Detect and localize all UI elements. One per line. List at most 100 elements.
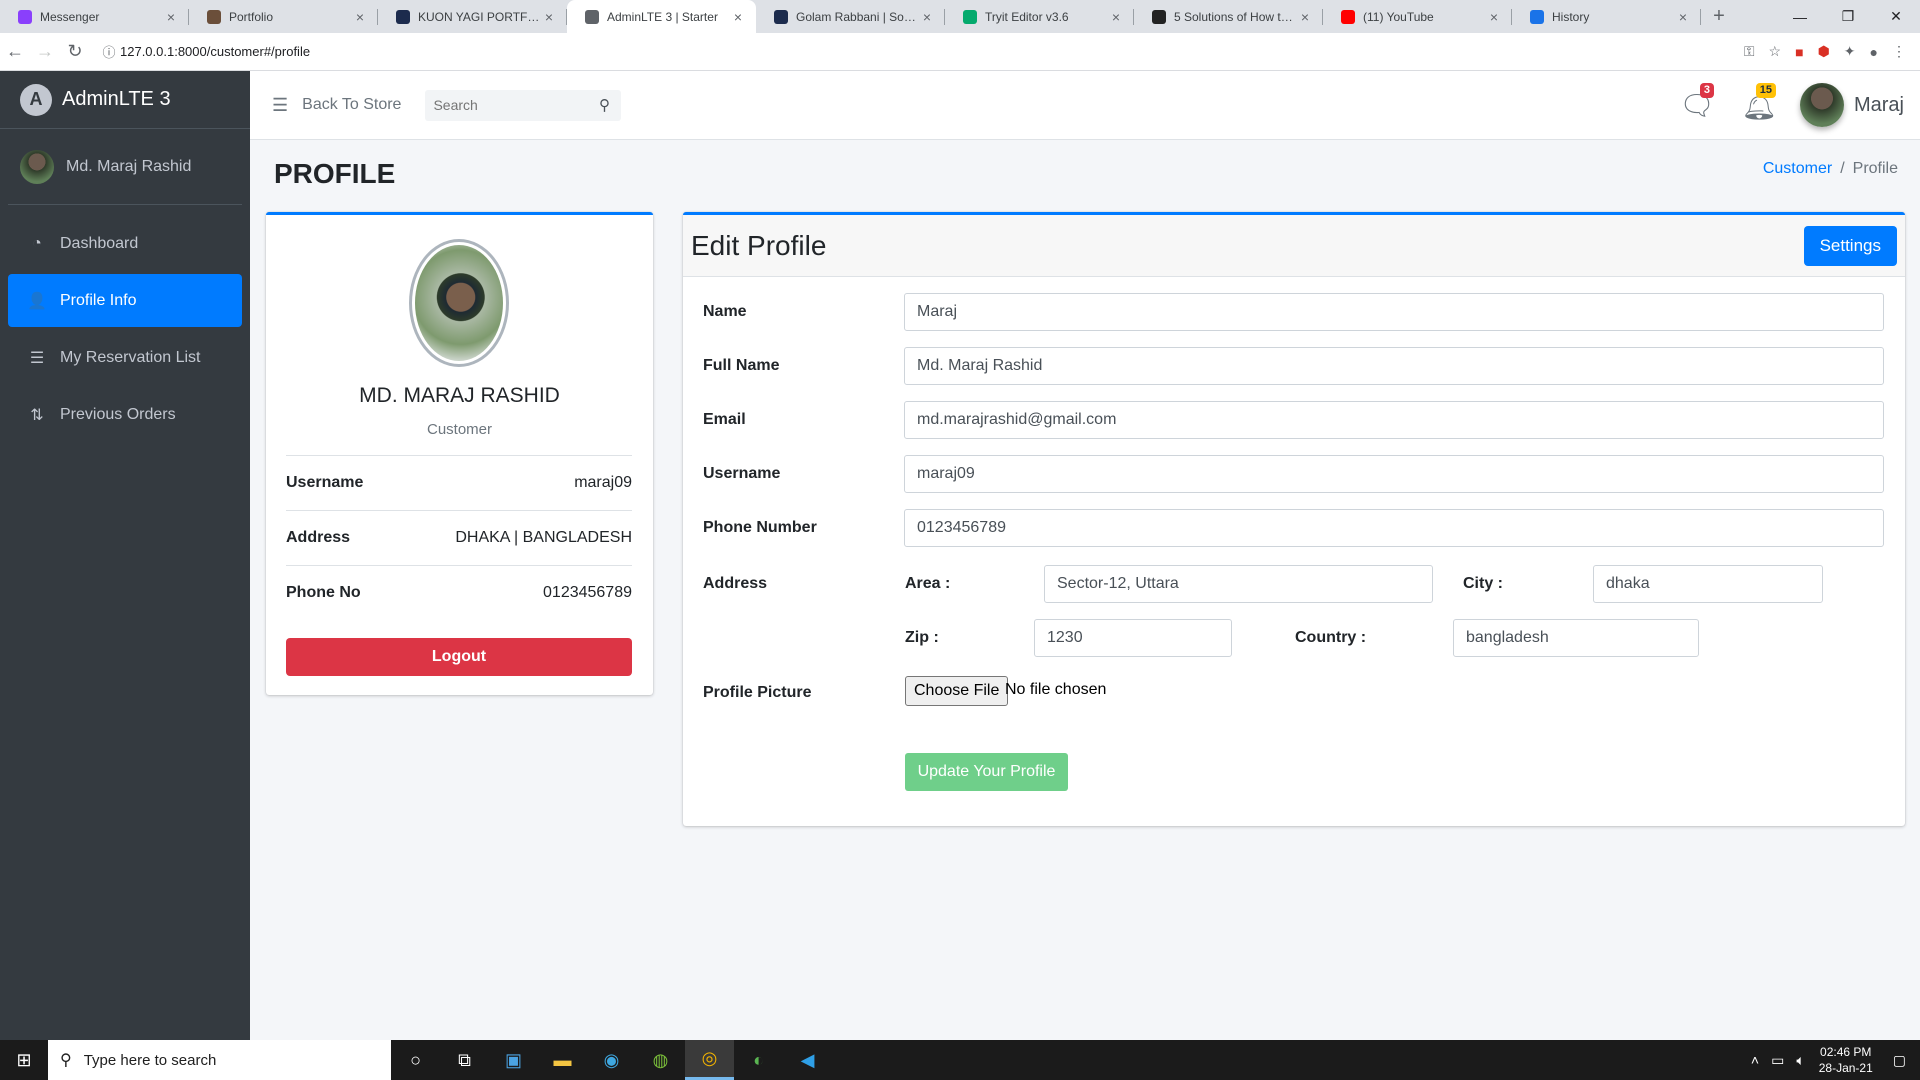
username-row: Username [703, 455, 1884, 493]
sort-icon: ⇅ [30, 406, 44, 424]
tab-favicon-icon [1152, 9, 1166, 24]
adminlte-logo-icon: A [20, 83, 52, 116]
sidebar-item-previous-orders[interactable]: ⇅ Previous Orders [8, 388, 242, 441]
browser-tab[interactable]: KUON YAGI PORTFOLIO× [378, 0, 567, 33]
back-to-store-link[interactable]: Back To Store [302, 96, 401, 114]
taskbar-search[interactable]: ⚲ Type here to search [48, 1040, 391, 1080]
tab-close-icon[interactable]: × [1108, 9, 1124, 25]
sidebar-item-label: Previous Orders [60, 405, 176, 423]
browser-tab[interactable]: (11) YouTube × [1323, 0, 1512, 33]
vscode-icon[interactable]: ◀ [783, 1040, 832, 1080]
phone-label: Phone Number [703, 519, 817, 536]
tab-close-icon[interactable]: × [1675, 9, 1691, 25]
tab-close-icon[interactable]: × [1297, 9, 1313, 25]
system-tray: ˄ ▭ 🔈︎ 02:46 PM 28-Jan-21 ▢ [1745, 1044, 1920, 1076]
messages-dropdown[interactable]: 🗨 3 [1666, 83, 1728, 127]
reload-icon[interactable]: ↻ [60, 41, 90, 62]
country-field[interactable] [1453, 619, 1699, 657]
star-icon[interactable]: ☆ [1769, 43, 1782, 60]
tab-close-icon[interactable]: × [163, 9, 179, 25]
browser-tab-strip: Messenger×Portfolio×KUON YAGI PORTFOLIO×… [0, 0, 1920, 33]
profile-avatar-icon[interactable]: ● [1870, 44, 1878, 60]
username-field[interactable] [904, 455, 1884, 493]
more-menu-icon[interactable]: ⋮ [1892, 43, 1906, 60]
forward-arrow-icon[interactable]: → [30, 41, 60, 62]
sidebar-item-dashboard[interactable]: ◔ Dashboard [8, 217, 242, 270]
browser-tab[interactable]: History × [1512, 0, 1701, 33]
profile-row-key: Address [286, 529, 351, 546]
sidebar-user-name: Md. Maraj Rashid [66, 157, 192, 175]
email-row: Email [703, 401, 1884, 439]
logout-button[interactable]: Logout [286, 638, 632, 676]
zip-field[interactable] [1034, 619, 1232, 657]
tab-close-icon[interactable]: × [352, 9, 368, 25]
update-profile-button[interactable]: Update Your Profile [905, 753, 1068, 791]
site-info-icon[interactable]: ⓘ [98, 42, 120, 61]
network-icon[interactable]: ▭ [1771, 1052, 1784, 1069]
user-icon: 👤 [27, 292, 47, 310]
sidebar-user-panel[interactable]: Md. Maraj Rashid [8, 129, 242, 205]
clock-time: 02:46 PM [1820, 1045, 1872, 1059]
city-field[interactable] [1593, 565, 1823, 603]
taskbar-clock[interactable]: 02:46 PM 28-Jan-21 [1819, 1044, 1873, 1076]
hamburger-menu-icon[interactable]: ☰ [272, 95, 288, 116]
extension-shield-icon[interactable]: ⬢ [1818, 43, 1830, 60]
browser-tab[interactable]: Portfolio × [189, 0, 378, 33]
full-name-row: Full Name [703, 347, 1884, 385]
browser-tab[interactable]: AdminLTE 3 | Starter × [567, 0, 756, 33]
app-globe-icon[interactable]: ◐ [734, 1040, 783, 1080]
clock-date: 28-Jan-21 [1818, 1061, 1873, 1075]
navbar-user-menu[interactable]: Maraj [1799, 83, 1904, 127]
user-avatar [20, 149, 54, 184]
close-window-icon[interactable]: ✕ [1872, 0, 1920, 33]
address-bar[interactable]: ⓘ 127.0.0.1:8000/customer#/profile [98, 37, 1744, 67]
notifications-dropdown[interactable]: 🔔︎ 15 [1728, 83, 1790, 127]
minimize-icon[interactable]: — [1776, 0, 1824, 33]
browser-tab[interactable]: 5 Solutions of How to Fix × [1134, 0, 1323, 33]
chrome-icon[interactable]: ◎ [685, 1040, 734, 1080]
new-tab-icon[interactable]: + [1701, 0, 1737, 33]
tab-favicon-icon [585, 9, 599, 24]
tab-close-icon[interactable]: × [541, 9, 557, 25]
windows-taskbar: ⊞ ⚲ Type here to search ○ ⧉ ▣ ▬ ◉ ◍ ◎ ◐ … [0, 1040, 1920, 1080]
tab-close-icon[interactable]: × [919, 9, 935, 25]
extension-red-icon[interactable]: ■ [1795, 44, 1803, 60]
action-center-icon[interactable]: ▢ [1893, 1052, 1906, 1069]
navbar-search: ⚲ [425, 89, 622, 121]
tab-close-icon[interactable]: × [730, 9, 746, 25]
store-icon[interactable]: ▣ [489, 1040, 538, 1080]
windows-start-icon[interactable]: ⊞ [0, 1050, 48, 1071]
browser-tab[interactable]: Messenger × [0, 0, 189, 33]
name-field[interactable] [904, 293, 1884, 331]
puzzle-icon[interactable]: ✦ [1844, 43, 1856, 60]
search-icon[interactable]: ⚲ [587, 96, 621, 114]
browser-tab[interactable]: Golam Rabbani | Software× [756, 0, 945, 33]
volume-icon[interactable]: 🔈︎ [1796, 1052, 1804, 1069]
tab-close-icon[interactable]: × [1486, 9, 1502, 25]
email-field[interactable] [904, 401, 1884, 439]
sidebar-item-my-reservation-list[interactable]: ☰ My Reservation List [8, 331, 242, 384]
task-view-icon[interactable]: ⧉ [440, 1040, 489, 1080]
maximize-icon[interactable]: ❐ [1824, 0, 1872, 33]
full-name-field[interactable] [904, 347, 1884, 385]
choose-file-button[interactable]: Choose File [905, 676, 1009, 706]
chevron-up-icon[interactable]: ˄ [1751, 1052, 1759, 1068]
search-input[interactable] [425, 89, 588, 121]
profile-card: MD. MARAJ RASHID Customer Username maraj… [266, 212, 653, 695]
settings-button[interactable]: Settings [1803, 225, 1897, 266]
sidebar-item-profile-info[interactable]: 👤 Profile Info [8, 274, 242, 327]
brand-link[interactable]: A AdminLTE 3 [0, 71, 250, 129]
edit-profile-header: Edit Profile Settings [683, 215, 1905, 277]
area-field[interactable] [1044, 565, 1433, 603]
profile-row-phone: Phone No 0123456789 [286, 565, 632, 620]
breadcrumb-customer-link[interactable]: Customer [1763, 160, 1832, 178]
browser-tab[interactable]: Tryit Editor v3.6 × [945, 0, 1134, 33]
url-text: 127.0.0.1:8000/customer#/profile [120, 44, 311, 59]
utorrent-icon[interactable]: ◍ [636, 1040, 685, 1080]
file-explorer-icon[interactable]: ▬ [538, 1040, 587, 1080]
cortana-icon[interactable]: ○ [391, 1040, 440, 1080]
phone-field[interactable] [904, 509, 1884, 547]
key-icon[interactable]: ⚿ [1744, 43, 1755, 60]
back-arrow-icon[interactable]: ← [0, 41, 30, 62]
edge-icon[interactable]: ◉ [587, 1040, 636, 1080]
